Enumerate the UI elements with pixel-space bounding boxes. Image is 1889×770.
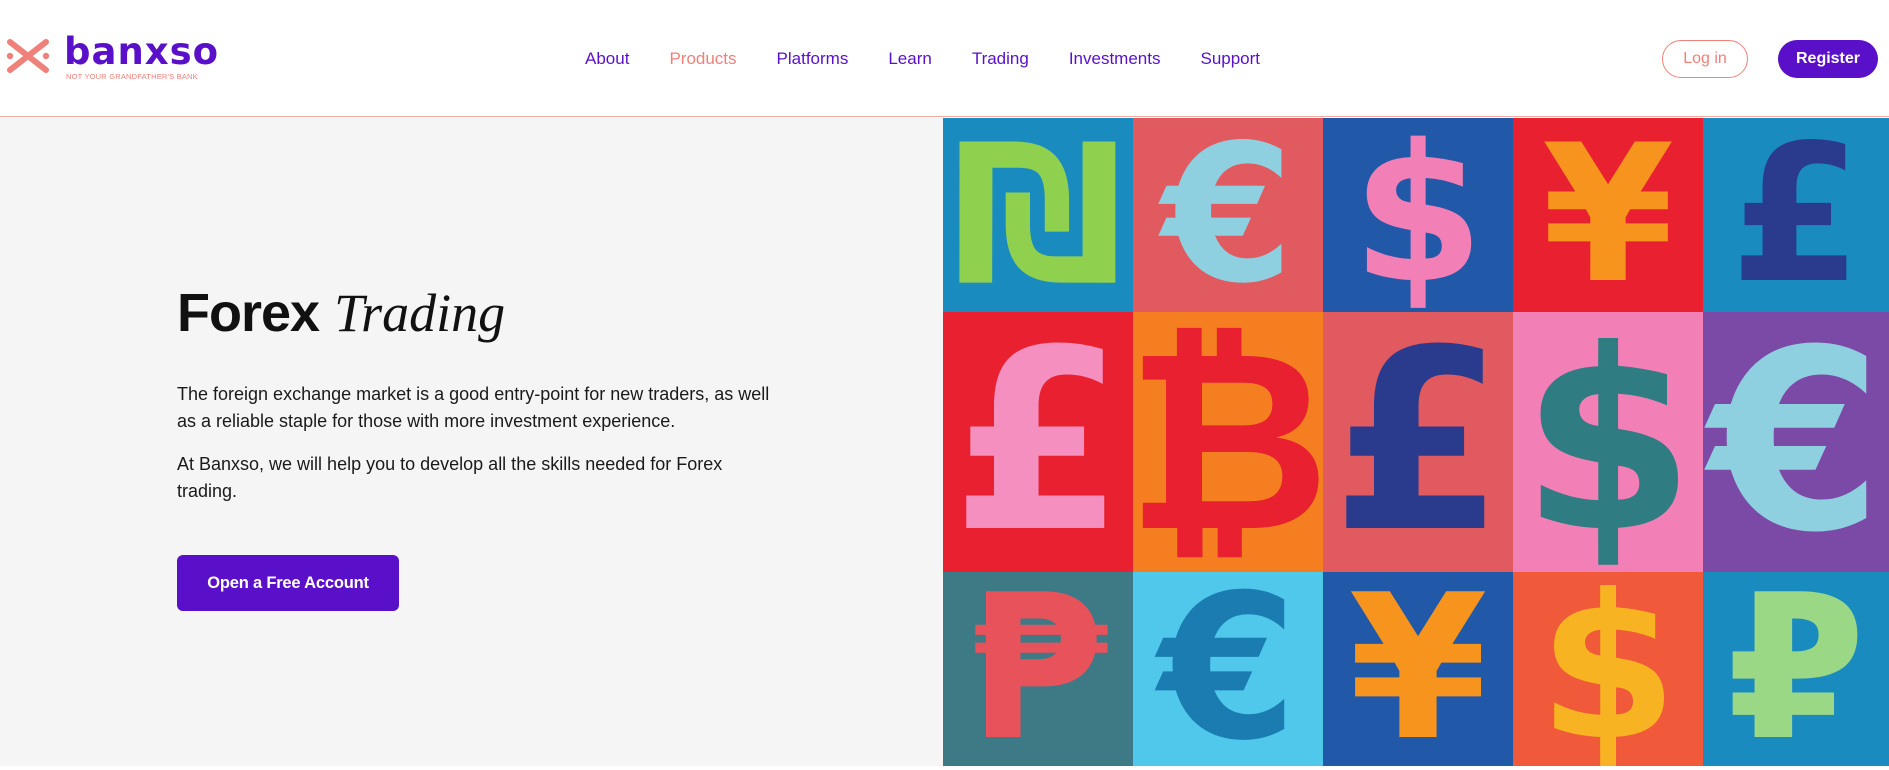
hero-paragraph-2: At Banxso, we will help you to develop a… xyxy=(177,454,723,501)
nav-item-trading[interactable]: Trading xyxy=(972,47,1029,71)
yen-symbol-icon: ¥ xyxy=(1541,118,1675,312)
currency-tile-ruble: ₽ xyxy=(1703,572,1889,766)
brand-tagline: NOT YOUR GRANDFATHER'S BANK xyxy=(66,72,198,81)
currency-tile-euro: € xyxy=(1133,572,1323,766)
dollar-symbol-icon: $ xyxy=(1521,312,1695,572)
page-title-italic: Trading xyxy=(334,283,506,343)
currency-tile-yen: ¥ xyxy=(1513,118,1703,312)
currency-tile-dollar: $ xyxy=(1513,312,1703,572)
currency-tile-euro: € xyxy=(1133,118,1323,312)
bitcoin-symbol-icon: ₿ xyxy=(1133,312,1323,572)
nav-item-products[interactable]: Products xyxy=(669,47,736,71)
yen-symbol-icon: ¥ xyxy=(1348,572,1488,766)
pound-symbol-icon: £ xyxy=(951,312,1125,572)
register-button[interactable]: Register xyxy=(1778,40,1878,78)
logo-mark-icon xyxy=(6,39,50,73)
nav-item-about[interactable]: About xyxy=(585,47,629,71)
nav-item-investments[interactable]: Investments xyxy=(1069,47,1161,71)
euro-symbol-icon: € xyxy=(1158,572,1298,766)
currency-tile-dollar: $ xyxy=(1323,118,1513,312)
currency-tile-pound: £ xyxy=(1703,118,1889,312)
page-title: Forex Trading xyxy=(177,282,505,344)
login-button[interactable]: Log in xyxy=(1662,40,1748,78)
currency-tile-dollar: $ xyxy=(1513,572,1703,766)
hero-paragraph-1: The foreign exchange market is a good en… xyxy=(177,384,770,431)
nav-item-platforms[interactable]: Platforms xyxy=(777,47,849,71)
peso-symbol-icon: ₱ xyxy=(968,572,1108,766)
currency-tile-pound: £ xyxy=(943,312,1133,572)
euro-symbol-icon: € xyxy=(1161,118,1295,312)
site-header: banxso NOT YOUR GRANDFATHER'S BANK About… xyxy=(0,0,1889,117)
currency-tile-bitcoin: ₿ xyxy=(1133,312,1323,572)
currency-tile-peso: ₱ xyxy=(943,572,1133,766)
shekel-symbol-icon: ₪ xyxy=(952,118,1124,312)
currency-tile-shekel: ₪ xyxy=(943,118,1133,312)
pound-symbol-icon: £ xyxy=(1331,312,1505,572)
currency-symbols-image: ₪ € $ ¥ £ £ ₿ £ $ € ₱ € ¥ $ ₽ xyxy=(943,118,1889,766)
dollar-symbol-icon: $ xyxy=(1538,572,1678,766)
brand-logo[interactable]: banxso NOT YOUR GRANDFATHER'S BANK xyxy=(6,30,220,81)
currency-tile-euro: € xyxy=(1703,312,1889,572)
currency-tile-yen: ¥ xyxy=(1323,572,1513,766)
ruble-symbol-icon: ₽ xyxy=(1726,572,1866,766)
pound-symbol-icon: £ xyxy=(1729,118,1863,312)
nav-item-learn[interactable]: Learn xyxy=(888,47,931,71)
main-nav: About Products Platforms Learn Trading I… xyxy=(585,47,1300,71)
page-title-bold: Forex xyxy=(177,283,320,343)
nav-item-support[interactable]: Support xyxy=(1200,47,1260,71)
euro-symbol-icon: € xyxy=(1709,312,1883,572)
hero-section xyxy=(0,118,943,766)
currency-tile-pound: £ xyxy=(1323,312,1513,572)
brand-name: banxso xyxy=(64,30,220,73)
open-account-button[interactable]: Open a Free Account xyxy=(177,555,399,611)
dollar-symbol-icon: $ xyxy=(1351,118,1485,312)
